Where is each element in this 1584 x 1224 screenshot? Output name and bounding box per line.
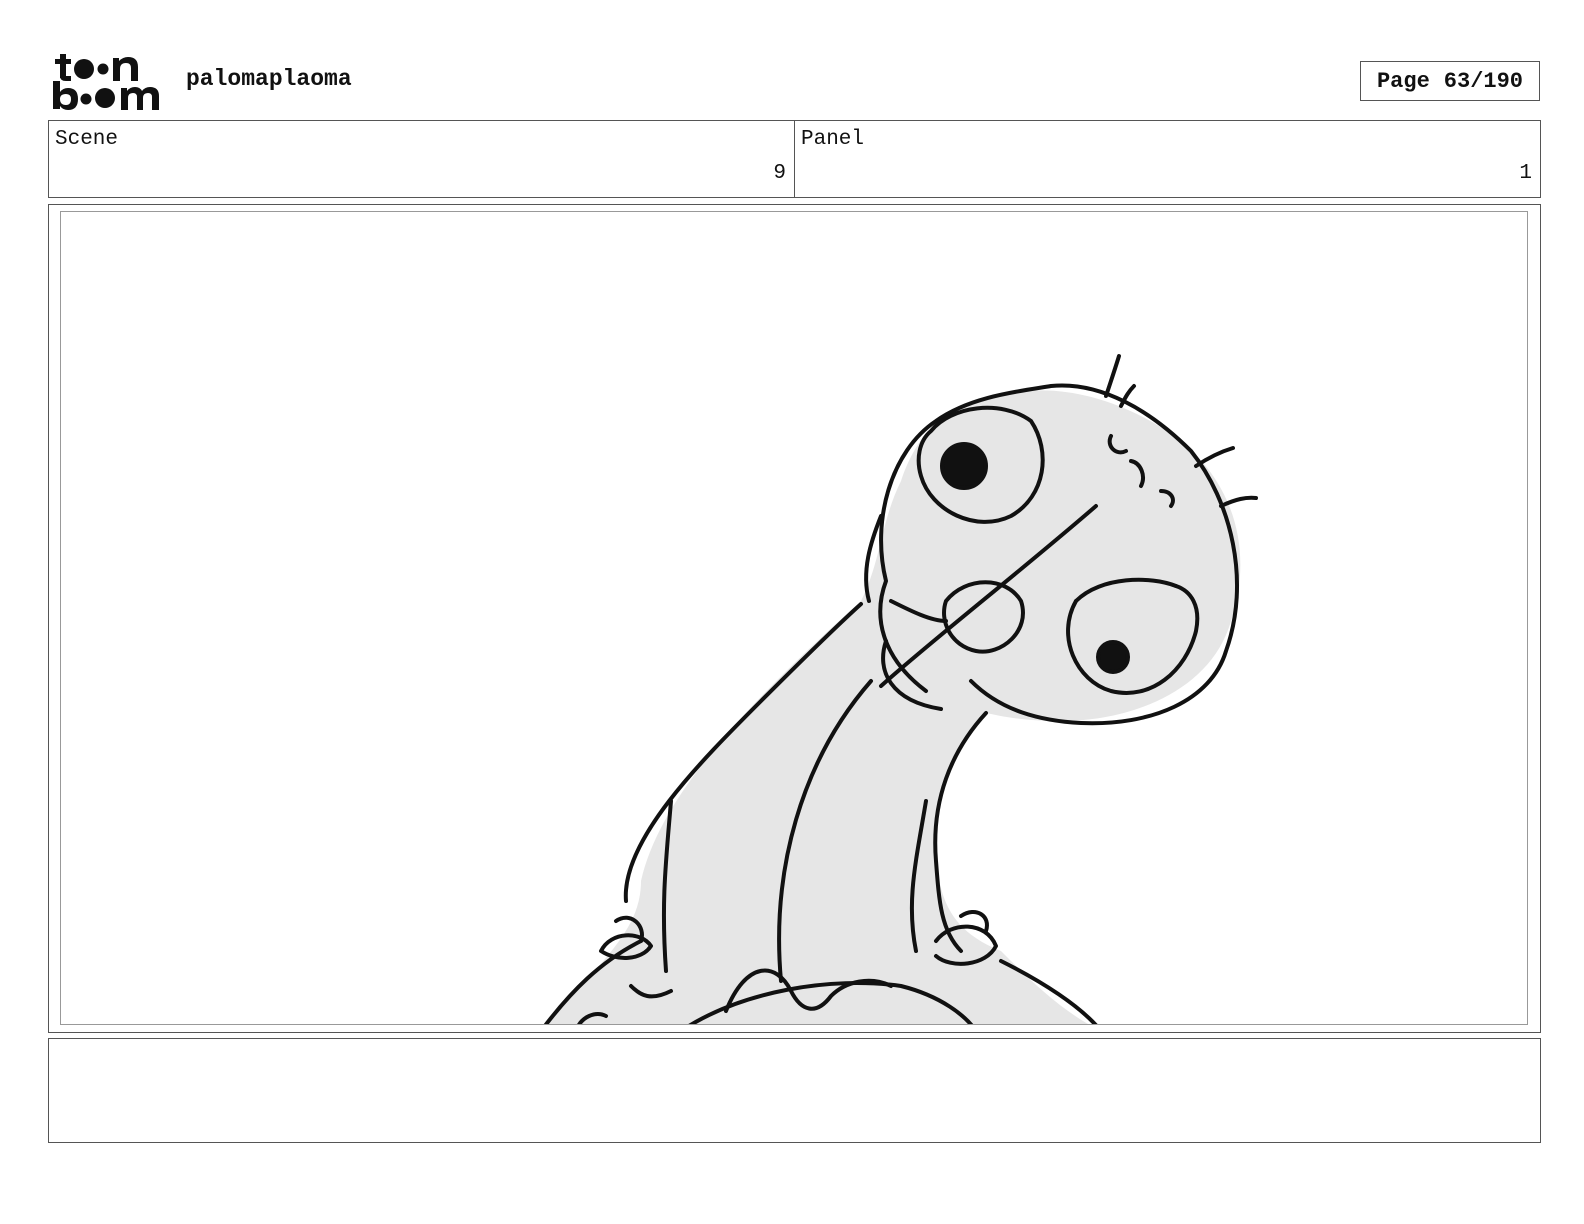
scene-value: 9 [773, 162, 786, 185]
scene-panel-info: Scene 9 Panel 1 [48, 120, 1541, 198]
panel-notes [48, 1038, 1541, 1143]
scene-label: Scene [55, 128, 119, 151]
toon-boom-logo: toon boom [50, 50, 166, 112]
storyboard-panel-frame [48, 204, 1541, 1033]
page-indicator: Page 63/190 [1360, 61, 1540, 101]
panel-value: 1 [1519, 162, 1532, 185]
character-sketch-image [543, 354, 1258, 1024]
toon-boom-logo-icon [53, 54, 159, 110]
page-number: 63/190 [1443, 68, 1524, 94]
panel-cell: Panel 1 [794, 121, 1540, 197]
project-name: palomaplaoma [186, 66, 352, 92]
panel-label: Panel [801, 128, 865, 151]
page-label: Page [1376, 68, 1430, 94]
storyboard-panel-drawing [60, 211, 1528, 1025]
scene-cell: Scene 9 [49, 121, 794, 197]
